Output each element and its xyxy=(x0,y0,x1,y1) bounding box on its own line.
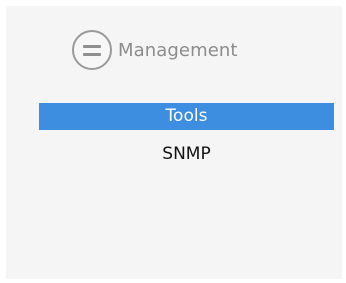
management-menu: Tools SNMP xyxy=(39,103,334,179)
menu-line-bottom xyxy=(83,52,101,56)
panel-header: Management xyxy=(72,28,238,72)
panel-title: Management xyxy=(118,39,238,61)
menu-item-tools[interactable]: Tools xyxy=(39,103,334,130)
management-panel: Management Tools SNMP xyxy=(6,6,342,279)
menu-line-top xyxy=(83,44,101,48)
menu-lines-icon[interactable] xyxy=(72,30,112,70)
menu-item-snmp[interactable]: SNMP xyxy=(39,141,334,168)
